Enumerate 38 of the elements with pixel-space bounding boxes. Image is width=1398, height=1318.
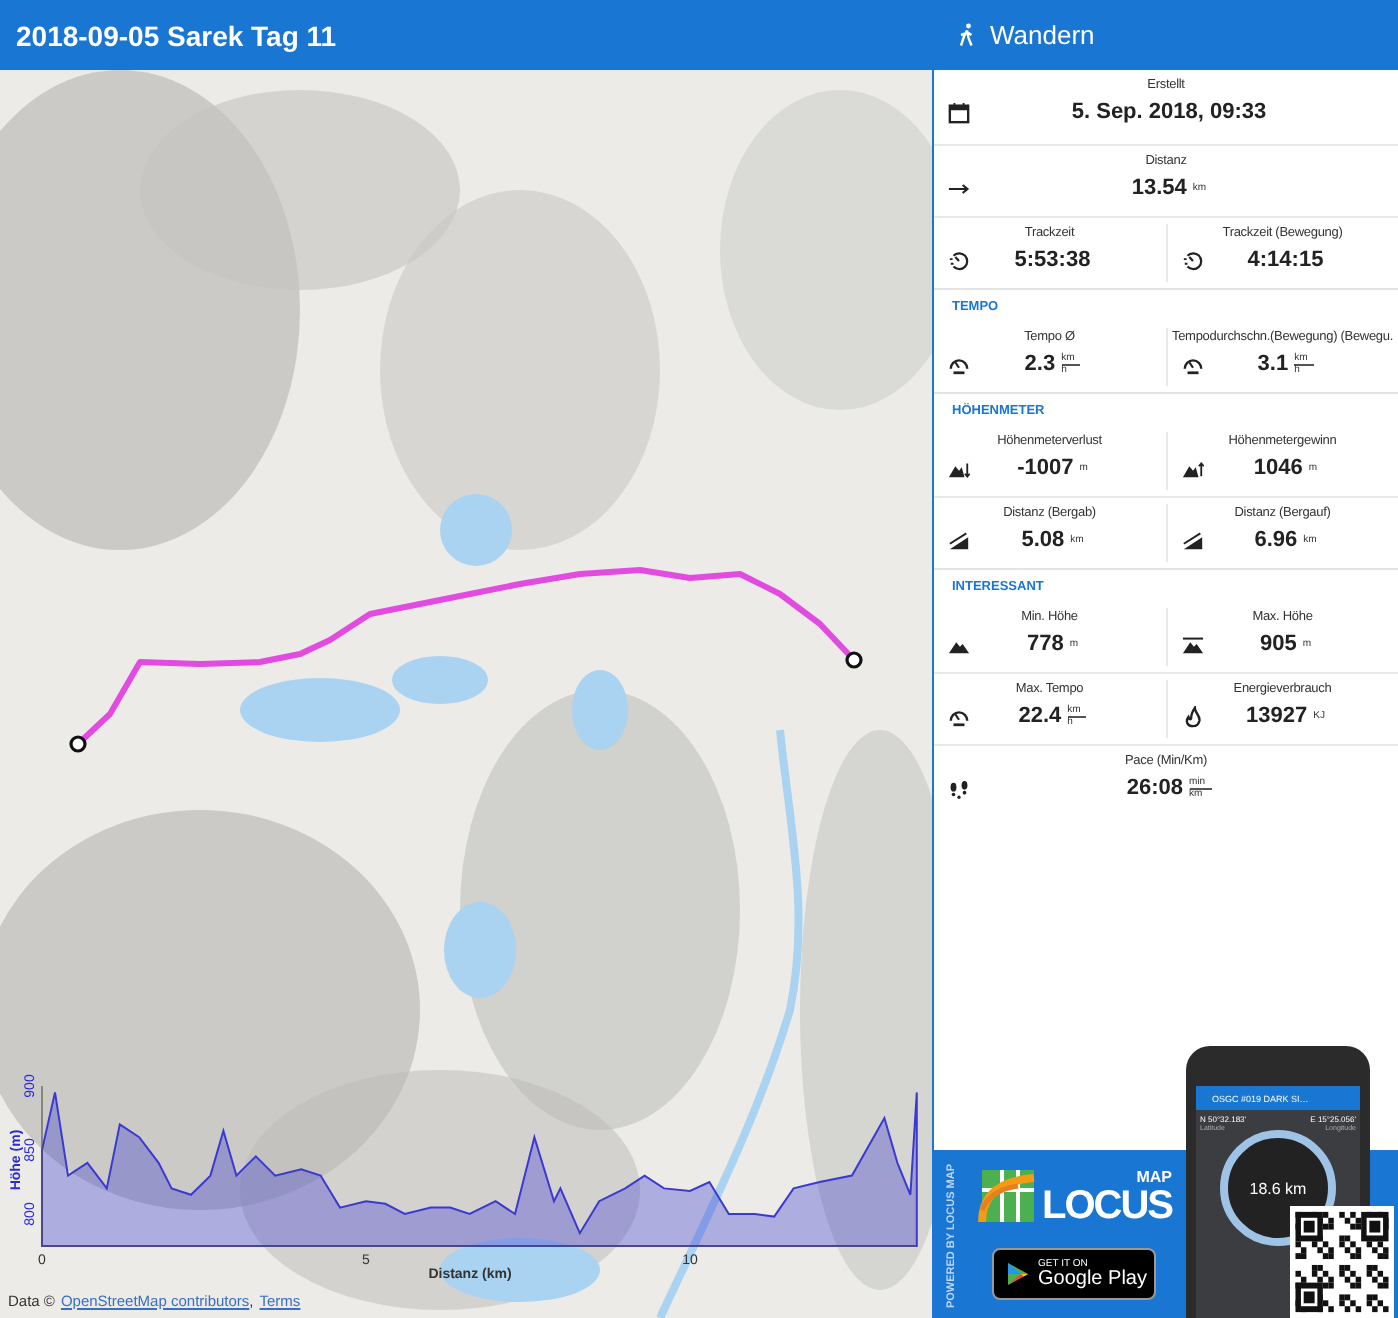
map-logo-icon — [978, 1166, 1038, 1226]
speedometer-icon — [1181, 353, 1203, 375]
flame-icon — [1181, 705, 1203, 727]
stopwatch-icon — [948, 249, 970, 271]
logo-wordmark: LOCUS — [1042, 1186, 1172, 1226]
stopwatch-icon — [1181, 249, 1203, 271]
track-end-marker — [845, 651, 863, 669]
play-store-icon — [1006, 1262, 1030, 1286]
track-start-marker — [69, 735, 87, 753]
qr-code-drawing — [1290, 1206, 1394, 1318]
stat-value: 1046 — [1253, 456, 1303, 480]
footsteps-icon — [948, 777, 970, 799]
stat-value: 13.54 — [1131, 176, 1187, 200]
mountain-peak-icon — [1181, 633, 1203, 655]
stat-value: 2.3 — [1024, 352, 1056, 376]
stat-value: 26:08 — [1126, 776, 1184, 800]
stat-value: 5. Sep. 2018, 09:33 — [1071, 100, 1267, 124]
stat-value: -1007 — [1017, 456, 1074, 480]
mountain-up-icon — [1181, 457, 1203, 479]
stat-value: 905 — [1259, 632, 1297, 656]
speedometer-icon — [948, 705, 970, 727]
speedometer-icon — [948, 353, 970, 375]
slope-icon — [948, 529, 970, 551]
activity-type: Wandern — [990, 20, 1095, 50]
stat-value: 5.08 — [1021, 528, 1065, 552]
stat-value: 22.4 — [1018, 704, 1062, 728]
stat-value: 13927 — [1246, 704, 1308, 728]
stat-value: 5:53:38 — [1014, 248, 1091, 272]
stat-value: 4:14:15 — [1247, 248, 1324, 272]
stat-value: 3.1 — [1257, 352, 1289, 376]
distance-reading: 18.6 km — [1249, 1179, 1307, 1197]
stat-value: 6.96 — [1254, 528, 1298, 552]
hiker-icon — [958, 22, 976, 48]
stat-value: 778 — [1026, 632, 1064, 656]
calendar-icon — [948, 101, 970, 123]
logo-subtitle: MAP — [1136, 1170, 1172, 1186]
slope-icon — [1181, 529, 1203, 551]
track-title: 2018-09-05 Sarek Tag 11 — [16, 19, 337, 51]
